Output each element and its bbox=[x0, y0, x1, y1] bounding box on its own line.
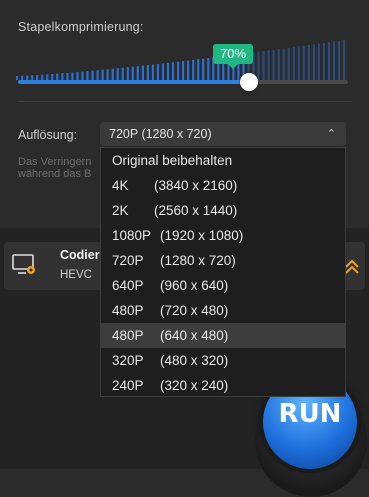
resolution-option[interactable]: 2K (2560 x 1440) bbox=[101, 198, 345, 223]
resolution-option[interactable]: 4K (3840 x 2160) bbox=[101, 173, 345, 198]
option-dims: (720 x 480) bbox=[160, 303, 229, 318]
waveform-bar bbox=[141, 65, 144, 80]
option-name: 480P bbox=[112, 303, 144, 318]
option-name: 4K bbox=[112, 178, 129, 193]
waveform-bar bbox=[86, 71, 89, 80]
waveform-bar bbox=[76, 72, 79, 80]
resolution-option[interactable]: 480P (720 x 480) bbox=[101, 298, 345, 323]
batch-compression-title: Stapelkomprimierung: bbox=[18, 20, 144, 34]
waveform-bar bbox=[192, 59, 195, 80]
option-name: 320P bbox=[112, 353, 144, 368]
waveform-bar bbox=[317, 43, 320, 80]
waveform-bar bbox=[197, 59, 200, 80]
waveform-bar bbox=[282, 48, 285, 80]
waveform-bar bbox=[66, 72, 69, 80]
resolution-option[interactable]: 720P (1280 x 720) bbox=[101, 248, 345, 273]
waveform-bar bbox=[146, 65, 149, 80]
option-name: 480P bbox=[112, 328, 144, 343]
resolution-option[interactable]: 320P (480 x 320) bbox=[101, 348, 345, 373]
waveform-bar bbox=[171, 62, 175, 80]
codec-title: Codier bbox=[60, 248, 100, 262]
waveform-bar bbox=[322, 42, 325, 80]
waveform-bar bbox=[302, 45, 305, 80]
monitor-gear-icon bbox=[12, 254, 35, 274]
waveform-bar bbox=[343, 40, 346, 80]
resolution-dropdown: Original beibehalten 4K (3840 x 2160) 2K (25… bbox=[100, 147, 346, 397]
resolution-option[interactable]: Original beibehalten bbox=[101, 148, 345, 173]
waveform-bar bbox=[202, 58, 205, 80]
waveform-bar bbox=[121, 67, 124, 80]
option-name: 2K bbox=[112, 203, 129, 218]
waveform-bar bbox=[136, 66, 139, 80]
waveform-bar bbox=[267, 50, 270, 80]
slider-thumb[interactable] bbox=[240, 73, 258, 91]
waveform-bar bbox=[187, 60, 190, 80]
compression-waveform bbox=[16, 40, 346, 80]
waveform-bar bbox=[312, 44, 315, 80]
waveform-bar bbox=[101, 69, 104, 80]
resolution-label: Auflösung: bbox=[18, 128, 78, 142]
waveform-bar bbox=[307, 45, 310, 80]
waveform-bar bbox=[207, 58, 210, 80]
option-dims: (3840 x 2160) bbox=[154, 178, 238, 193]
waveform-bar bbox=[182, 61, 185, 80]
option-name: Original beibehalten bbox=[112, 153, 233, 168]
waveform-bar bbox=[96, 70, 99, 80]
waveform-bar bbox=[111, 68, 114, 80]
resolution-option[interactable]: 1080P (1920 x 1080) bbox=[101, 223, 345, 248]
waveform-bar bbox=[166, 62, 170, 80]
waveform-bar bbox=[337, 40, 341, 80]
option-dims: (1920 x 1080) bbox=[160, 228, 244, 243]
percent-badge: 70% bbox=[213, 44, 253, 69]
waveform-bar bbox=[161, 63, 165, 80]
option-name: 240P bbox=[112, 378, 144, 393]
waveform-bar bbox=[257, 51, 260, 80]
resolution-select[interactable]: 720P (1280 x 720) ⌃ bbox=[100, 122, 346, 146]
slider-fill bbox=[18, 80, 249, 84]
waveform-bar bbox=[287, 47, 290, 80]
waveform-bar bbox=[297, 46, 300, 80]
option-dims: (640 x 480) bbox=[160, 328, 229, 343]
option-dims: (2560 x 1440) bbox=[154, 203, 238, 218]
hint-line-2: während das B bbox=[18, 168, 92, 180]
waveform-bar bbox=[177, 61, 180, 80]
resolution-selected-value: 720P (1280 x 720) bbox=[109, 127, 212, 141]
waveform-bar bbox=[277, 49, 280, 80]
option-name: 1080P bbox=[112, 228, 152, 243]
option-dims: (1280 x 720) bbox=[160, 253, 236, 268]
waveform-bar bbox=[81, 71, 84, 80]
waveform-bar bbox=[61, 73, 64, 80]
waveform-bar bbox=[71, 72, 74, 80]
waveform-bar bbox=[156, 64, 159, 80]
hint-line-1: Das Verringern bbox=[18, 156, 92, 168]
waveform-bar bbox=[116, 68, 119, 80]
resolution-hint: Das Verringern während das B bbox=[18, 156, 108, 182]
resolution-option[interactable]: 640P (960 x 640) bbox=[101, 273, 345, 298]
resolution-option[interactable]: 480P (640 x 480) bbox=[101, 323, 345, 348]
resolution-option[interactable]: 240P (320 x 240) bbox=[101, 373, 345, 398]
updown-chevron-icon: ⌃ bbox=[326, 128, 336, 140]
option-dims: (960 x 640) bbox=[160, 278, 229, 293]
option-name: 640P bbox=[112, 278, 144, 293]
option-dims: (320 x 240) bbox=[160, 378, 229, 393]
waveform-bar bbox=[327, 42, 331, 80]
waveform-bar bbox=[272, 49, 275, 80]
compression-slider[interactable] bbox=[18, 80, 348, 84]
waveform-bar bbox=[131, 66, 134, 80]
option-dims: (480 x 320) bbox=[160, 353, 229, 368]
waveform-bar bbox=[151, 64, 154, 80]
waveform-bar bbox=[126, 67, 129, 80]
divider bbox=[18, 101, 352, 102]
waveform-bar bbox=[332, 41, 336, 80]
option-name: 720P bbox=[112, 253, 144, 268]
waveform-bar bbox=[91, 70, 94, 80]
codec-value: HEVC bbox=[60, 269, 92, 281]
waveform-bar bbox=[106, 69, 109, 80]
waveform-bar bbox=[262, 51, 265, 80]
waveform-bar bbox=[292, 47, 295, 80]
